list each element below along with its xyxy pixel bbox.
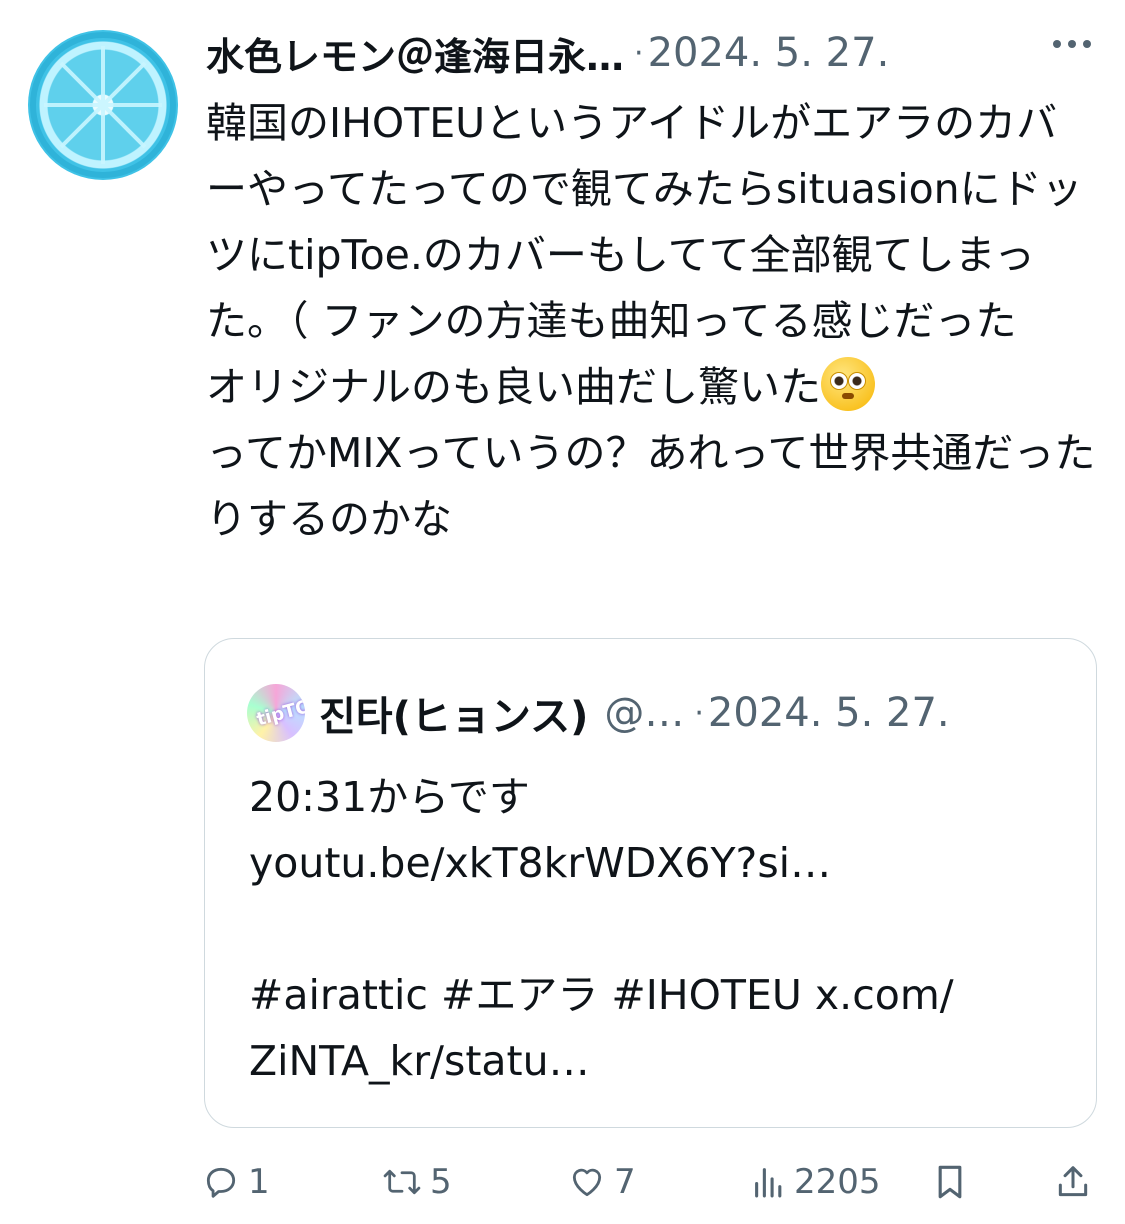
quoted-author-avatar[interactable]: tipTOe bbox=[247, 684, 305, 742]
like-icon bbox=[572, 1168, 602, 1197]
tweet-text-main: 韓国のIHOTEUというアイドルがエアラのカバーやってたってので観てみたらsit… bbox=[206, 99, 1083, 411]
quoted-tweet[interactable]: tipTOe 진타(ヒョンス) @… · 2024. 5. 27. 20:31か… bbox=[204, 638, 1097, 1128]
like-button[interactable]: 7 bbox=[568, 1162, 636, 1202]
lemon-slice-image bbox=[30, 32, 176, 178]
quoted-tweet-date[interactable]: 2024. 5. 27. bbox=[708, 690, 950, 736]
retweet-icon bbox=[383, 1169, 421, 1195]
tweet-text: 韓国のIHOTEUというアイドルがエアラのカバーやってたってので観てみたらsit… bbox=[206, 90, 1096, 552]
more-icon[interactable] bbox=[1053, 40, 1091, 48]
tweet-date[interactable]: 2024. 5. 27. bbox=[648, 30, 890, 76]
like-count: 7 bbox=[614, 1162, 636, 1202]
reply-icon bbox=[206, 1167, 236, 1198]
flushed-face-emoji-icon bbox=[821, 357, 875, 411]
separator-dot: · bbox=[694, 695, 704, 731]
retweet-button[interactable]: 5 bbox=[382, 1162, 452, 1202]
reply-count: 1 bbox=[248, 1162, 270, 1202]
views-button[interactable]: 2205 bbox=[752, 1162, 881, 1202]
quoted-tweet-text: 20:31からです youtu.be/xkT8krWDX6Y?si… #aira… bbox=[249, 773, 954, 1085]
quoted-author-handle[interactable]: @… bbox=[604, 690, 684, 736]
author-name[interactable]: 水色レモン＠逢海日永… bbox=[206, 26, 624, 81]
tweet-header: 水色レモン＠逢海日永… · 2024. 5. 27. bbox=[206, 26, 890, 81]
author-avatar[interactable] bbox=[28, 30, 178, 180]
quoted-author-name[interactable]: 진타(ヒョンス) bbox=[319, 684, 588, 742]
tweet-text-continued: ってかMIXっていうの？あれって世界共通だったりするのかな bbox=[206, 429, 1096, 543]
share-button[interactable] bbox=[1054, 1162, 1092, 1202]
retweet-count: 5 bbox=[430, 1162, 452, 1202]
separator-dot: · bbox=[634, 35, 644, 71]
share-icon bbox=[1058, 1166, 1088, 1197]
quoted-avatar-logo: tipTOe bbox=[254, 692, 305, 731]
views-icon bbox=[755, 1168, 782, 1198]
reply-button[interactable]: 1 bbox=[202, 1162, 270, 1202]
bookmark-button[interactable] bbox=[932, 1162, 968, 1202]
views-count: 2205 bbox=[794, 1162, 881, 1202]
quoted-tweet-header: tipTOe 진타(ヒョンス) @… · 2024. 5. 27. bbox=[247, 683, 950, 743]
bookmark-icon bbox=[938, 1165, 962, 1199]
action-bar: 1 5 7 2205 bbox=[0, 1150, 1125, 1220]
